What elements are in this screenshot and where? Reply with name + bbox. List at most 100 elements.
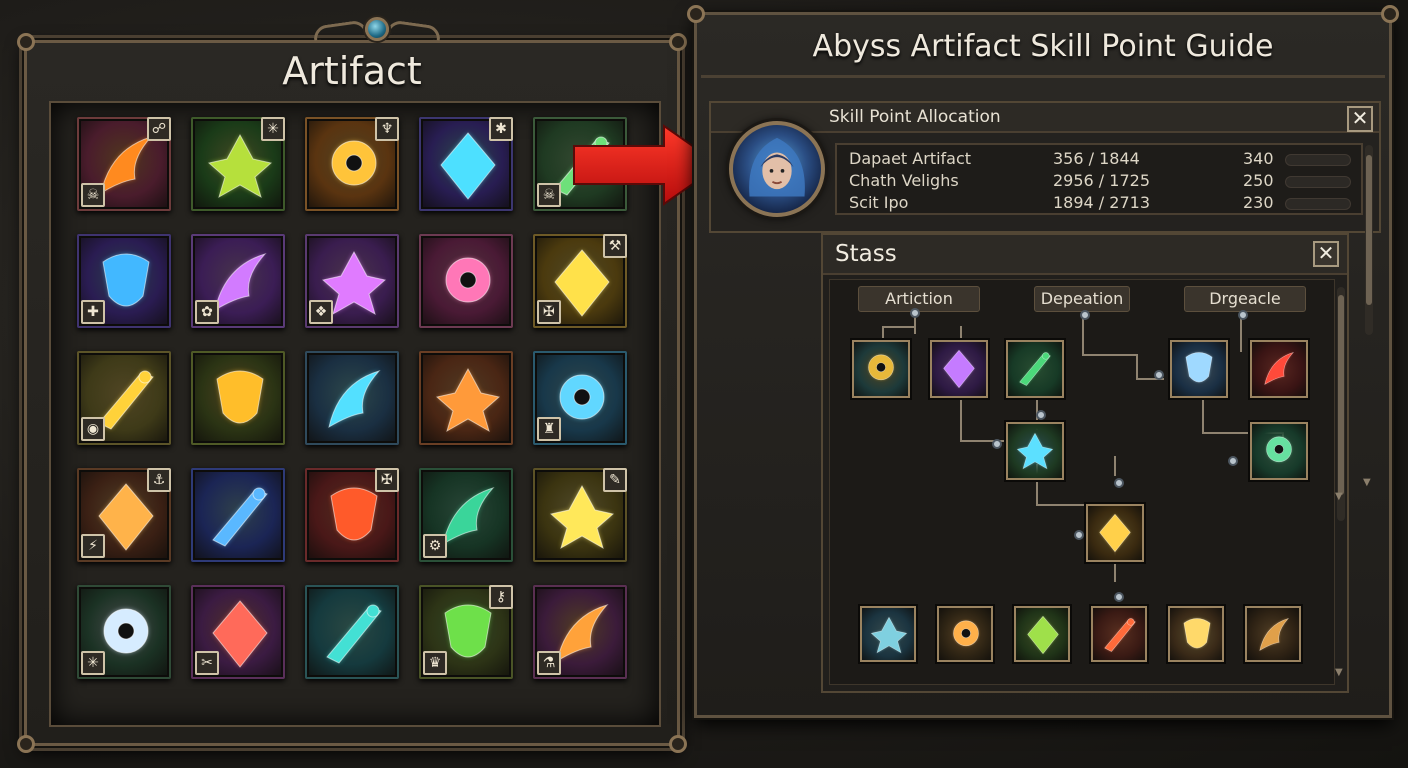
skill-cyan-lance-node[interactable] [1170,340,1228,398]
artifact-tile-flame-ring[interactable]: ✠ [305,468,399,562]
artifact-tile-cyan-beast[interactable] [305,351,399,445]
artifact-tile-crimson-flame[interactable]: ✂ [191,585,285,679]
artifact-tile-amber-spear[interactable]: ⚗ [533,585,627,679]
connector-node-icon [1154,370,1164,380]
artifact-tile-teal-leaf[interactable] [305,585,399,679]
artifact-tile-green-feather[interactable]: ✳ [191,117,285,211]
tree-link [1114,456,1116,476]
artifact-tile-violet-scythe[interactable]: ❖ [305,234,399,328]
scroll-down-icon[interactable]: ▼ [1363,477,1371,488]
skill-red-blade-node[interactable] [1250,340,1308,398]
title-divider [701,75,1385,78]
artifact-tile-crimson-eye[interactable] [419,234,513,328]
artifact-tile-gold-skull[interactable]: ◉ [77,351,171,445]
frost-orb-icon [212,487,268,547]
stat-value: 356 / 1844 [1053,149,1140,168]
tree-category-label[interactable]: Artiction [858,286,980,312]
cyan-lance-node-icon [1185,352,1213,383]
stass-panel: Stass ✕ Artiction Depeation Drgeacle ▼ ▼ [821,233,1349,693]
skill-gold-beast-node[interactable] [852,340,910,398]
orb-staff-node-icon [953,620,979,647]
red-blade-node-icon [1264,351,1295,385]
artifact-tile-golden-helm[interactable]: ✎ [533,468,627,562]
emerald-cross-node-icon [1016,432,1054,470]
artifact-tile-fire-feather[interactable]: ☍ ☠ [77,117,171,211]
scroll-down-icon[interactable]: ▼ [1335,491,1343,502]
stat-points: 230 [1243,193,1274,212]
bronze-gear-node-icon [1259,617,1290,651]
tree-link [960,326,962,340]
stass-scrollbar[interactable] [1337,287,1345,521]
allocation-row: Dapaet Artifact 356 / 1844 340 [837,149,1361,171]
scroll-thumb[interactable] [1338,295,1344,495]
rune-badge-icon: ♆ [375,117,399,141]
skill-golden-skull-node[interactable] [1086,504,1144,562]
artifact-tile-blue-wings[interactable]: ✱ [419,117,513,211]
corner-ornament [669,735,687,753]
stat-points: 250 [1243,171,1274,190]
slot-badge-icon: ✠ [537,300,561,324]
scroll-thumb[interactable] [1366,155,1372,305]
artifact-tile-golden-mask[interactable]: ♆ [305,117,399,211]
allocation-close-button[interactable]: ✕ [1347,106,1373,132]
stat-name: Scit Ipo [849,193,909,212]
connector-node-icon [910,308,920,318]
artifact-tile-emerald-eye[interactable]: ⚙ [419,468,513,562]
skill-orb-staff-node[interactable] [937,606,993,662]
skill-bronze-gear-node[interactable] [1245,606,1301,662]
rune-badge-icon: ✱ [489,117,513,141]
slot-badge-icon: ✳ [81,651,105,675]
skill-sea-serpent-node[interactable] [1250,422,1308,480]
heart-shield-node-icon [1183,618,1211,649]
guide-scrollbar[interactable] [1365,145,1373,335]
artifact-tile-silver-dagger[interactable]: ✳ [77,585,171,679]
artifact-tile-golden-sigil[interactable]: ⚒ ✠ [533,234,627,328]
rune-badge-icon: ☍ [147,117,171,141]
tree-category-label[interactable]: Drgeacle [1184,286,1306,312]
sea-serpent-node-icon [1266,436,1292,463]
stat-bar [1285,154,1351,166]
skill-red-demon-node[interactable] [1091,606,1147,662]
tree-link [1136,354,1138,378]
artifact-tile-amber-leaf[interactable] [191,351,285,445]
rune-badge-icon: ⚓ [147,468,171,492]
artifact-tile-jade-frond[interactable]: ⚷ ♛ [419,585,513,679]
tree-link [1240,338,1242,352]
connector-node-icon [1114,478,1124,488]
crimson-eye-icon [445,257,491,303]
artifact-tile-bronze-spears[interactable] [419,351,513,445]
artifact-tile-azure-feather[interactable]: ✚ [77,234,171,328]
skill-emerald-cross-node[interactable] [1006,422,1064,480]
tree-link [960,400,962,440]
slot-badge-icon: ⚙ [423,534,447,558]
tree-category-label[interactable]: Depeation [1034,286,1130,312]
artifact-tile-ruby-amulet[interactable]: ⚓ ⚡ [77,468,171,562]
tree-link [1082,314,1084,354]
corner-ornament [17,735,35,753]
connector-node-icon [1074,530,1084,540]
stass-close-button[interactable]: ✕ [1313,241,1339,267]
steel-arrow-node-icon [870,616,908,654]
guide-panel: Abyss Artifact Skill Point Guide Skill P… [687,5,1399,718]
stat-name: Dapaet Artifact [849,149,972,168]
connector-node-icon [1238,310,1248,320]
skill-green-trident-node[interactable] [1014,606,1070,662]
artifact-tile-stone-relic[interactable]: ♜ [533,351,627,445]
skill-tree: Artiction Depeation Drgeacle [829,279,1335,685]
artifact-tile-violet-tentacles[interactable]: ✿ [191,234,285,328]
connector-node-icon [1228,456,1238,466]
stat-name: Chath Velighs [849,171,959,190]
stass-title: Stass [835,241,897,267]
artifact-tile-frost-orb[interactable] [191,468,285,562]
slot-badge-icon: ✚ [81,300,105,324]
slot-badge-icon: ☠ [537,183,561,207]
skill-heart-shield-node[interactable] [1168,606,1224,662]
allocation-row: Chath Velighs 2956 / 1725 250 [837,171,1361,193]
skill-violet-scythe-node[interactable] [930,340,988,398]
skill-steel-arrow-node[interactable] [860,606,916,662]
scroll-down-icon[interactable]: ▼ [1335,667,1343,678]
skill-green-sigil-node[interactable] [1006,340,1064,398]
connector-node-icon [1036,410,1046,420]
tree-link [1082,354,1136,356]
red-demon-node-icon [1104,618,1136,652]
